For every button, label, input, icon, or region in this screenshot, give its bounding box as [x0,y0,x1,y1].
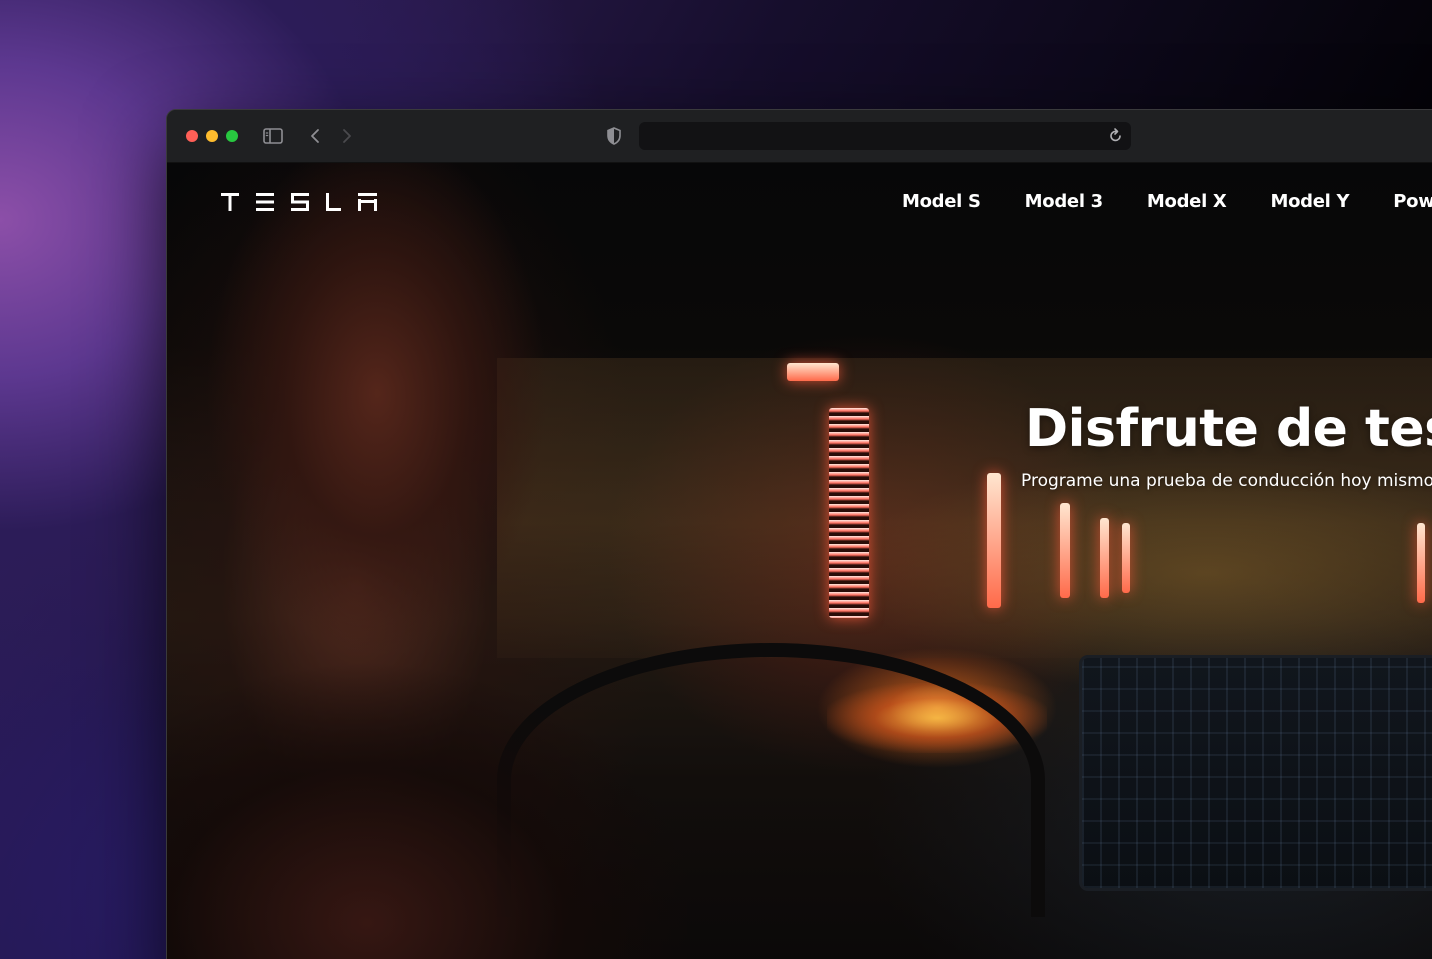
nav-link-model-s[interactable]: Model S [902,191,981,212]
web-page: Model S Model 3 Model X Model Y Powerwal… [167,163,1432,959]
zoom-window-button[interactable] [226,130,238,142]
hero-title: Disfrute de tesla [1025,399,1432,459]
desktop-backdrop: Model S Model 3 Model X Model Y Powerwal… [0,0,1432,959]
sidebar-toggle-icon[interactable] [262,125,284,147]
tesla-wordmark-icon [221,193,377,211]
address-bar[interactable] [639,122,1131,150]
tunnel-light [829,408,869,618]
reload-icon[interactable] [1107,126,1125,146]
nav-link-powerwall[interactable]: Powerwall [1393,191,1432,212]
nav-link-model-x[interactable]: Model X [1147,191,1227,212]
hero-video-background [167,163,1432,959]
hero-subtitle: Programe una prueba de conducción hoy mi… [1021,471,1432,491]
tunnel-light [987,473,1001,608]
chevron-left-icon[interactable] [307,125,323,147]
main-navigation: Model S Model 3 Model X Model Y Powerwal… [902,191,1432,212]
chevron-right-icon[interactable] [339,125,355,147]
tesla-logo[interactable] [221,193,377,211]
tunnel-light [1060,503,1070,598]
browser-window: Model S Model 3 Model X Model Y Powerwal… [166,109,1432,959]
browser-toolbar [167,110,1432,163]
tunnel-light [1417,523,1425,603]
tunnel-light [1122,523,1130,593]
shield-icon[interactable] [606,125,622,147]
minimize-window-button[interactable] [206,130,218,142]
driver-silhouette [167,163,687,959]
close-window-button[interactable] [186,130,198,142]
hero-copy: Disfrute de tesla Programe una prueba de… [1021,399,1432,491]
nav-link-model-y[interactable]: Model Y [1271,191,1350,212]
tunnel-light [787,363,839,381]
tunnel-light [1100,518,1109,598]
site-header: Model S Model 3 Model X Model Y Powerwal… [167,163,1432,243]
center-touchscreen [1082,658,1432,888]
nav-link-model-3[interactable]: Model 3 [1025,191,1104,212]
